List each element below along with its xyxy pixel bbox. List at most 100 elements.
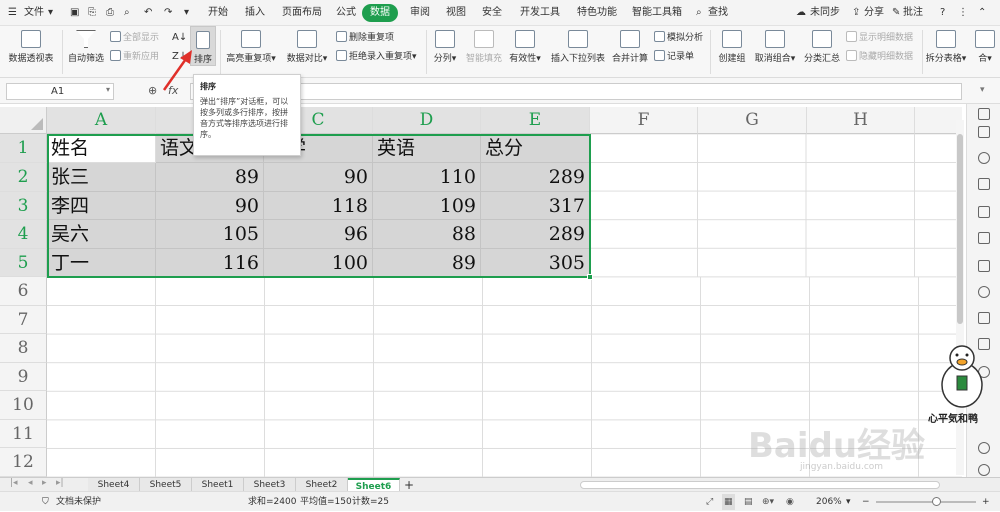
row-header-3[interactable]: 3	[0, 192, 47, 220]
comment-button[interactable]: 批注	[903, 0, 923, 26]
redo-icon[interactable]: ↷	[164, 0, 172, 26]
show-all-button[interactable]: 全部显示	[110, 31, 159, 45]
copy-icon[interactable]	[978, 312, 990, 324]
search-button[interactable]: 查找	[708, 0, 728, 26]
sync-status[interactable]: 未同步	[810, 0, 840, 26]
column-header-e[interactable]: E	[481, 107, 590, 134]
delete-duplicates-button[interactable]: 删除重复项	[336, 31, 394, 45]
column-header-f[interactable]: F	[590, 107, 698, 134]
history-icon[interactable]	[978, 442, 990, 454]
zoom-slider[interactable]	[876, 501, 976, 503]
formula-input[interactable]	[190, 83, 962, 100]
auto-filter-button[interactable]: 自动筛选	[66, 26, 106, 64]
column-header-g[interactable]: G	[698, 107, 807, 134]
protect-status[interactable]: 文档未保护	[56, 492, 101, 512]
search-icon[interactable]: ⌕	[696, 0, 702, 26]
sheet-tab-sheet4[interactable]: Sheet4	[88, 478, 140, 492]
sheet-tab-sheet6[interactable]: Sheet6	[348, 478, 400, 492]
row-header-7[interactable]: 7	[0, 306, 47, 334]
customize-icon[interactable]: ▾	[184, 0, 189, 26]
ungroup-button[interactable]: 取消组合▾	[752, 26, 798, 64]
tab-insert[interactable]: 插入	[245, 0, 265, 26]
table-style-icon[interactable]	[978, 178, 990, 190]
page-break-icon[interactable]: ⊕▾	[762, 492, 774, 512]
zoom-in-button[interactable]: +	[982, 492, 990, 512]
next-sheet-icon[interactable]: ▸	[42, 478, 47, 488]
cell-b3[interactable]: 90	[156, 192, 264, 220]
hamburger-icon[interactable]: ☰	[8, 0, 17, 26]
cell-a2[interactable]: 张三	[47, 163, 156, 192]
merge-calc-button[interactable]: 合并计算	[610, 26, 650, 64]
row-header-2[interactable]: 2	[0, 163, 47, 192]
tab-data[interactable]: 数据	[362, 4, 398, 22]
tab-smart-toolbox[interactable]: 智能工具箱	[632, 0, 682, 26]
row-header-11[interactable]: 11	[0, 420, 47, 448]
help-button[interactable]: ?	[940, 0, 945, 26]
cell-b5[interactable]: 116	[156, 249, 264, 277]
tab-review[interactable]: 审阅	[410, 0, 430, 26]
sort-ascending-icon[interactable]: A↓	[172, 31, 187, 45]
tab-home[interactable]: 开始	[208, 0, 228, 26]
column-header-a[interactable]: A	[47, 107, 156, 134]
sheet-tab-sheet1[interactable]: Sheet1	[192, 478, 244, 492]
cell-a5[interactable]: 丁一	[47, 249, 156, 277]
create-group-button[interactable]: 创建组	[714, 26, 750, 64]
name-box[interactable]: A1	[6, 83, 114, 100]
cell-c3[interactable]: 118	[264, 192, 373, 220]
highlight-duplicates-button[interactable]: 高亮重复项▾	[226, 26, 276, 64]
chart-icon[interactable]	[978, 232, 990, 244]
select-arrow-icon[interactable]	[978, 108, 990, 120]
subtotal-button[interactable]: 分类汇总	[802, 26, 842, 64]
cell-c5[interactable]: 100	[264, 249, 373, 277]
tab-special[interactable]: 特色功能	[577, 0, 617, 26]
cell-d5[interactable]: 89	[373, 249, 481, 277]
cloud-doc-icon[interactable]	[978, 260, 990, 272]
expand-formula-icon[interactable]: ▾	[980, 85, 985, 95]
more-ribbon-button[interactable]: 合▾	[972, 26, 998, 64]
simulate-button[interactable]: 模拟分析	[654, 31, 703, 45]
tab-view[interactable]: 视图	[446, 0, 466, 26]
row-header-8[interactable]: 8	[0, 334, 47, 363]
cell-d4[interactable]: 88	[373, 220, 481, 249]
tab-formula[interactable]: 公式	[336, 0, 356, 26]
more-icon[interactable]: ⋮	[958, 0, 968, 26]
export-pdf-icon[interactable]: ⎘	[88, 0, 96, 26]
average-value[interactable]: 平均值=150	[300, 492, 352, 512]
select-all-corner[interactable]	[0, 107, 47, 134]
share-button[interactable]: 分享	[864, 0, 884, 26]
record-form-button[interactable]: 记录单	[654, 50, 694, 64]
row-header-6[interactable]: 6	[0, 277, 47, 306]
fill-handle[interactable]	[587, 274, 593, 280]
tab-page-layout[interactable]: 页面布局	[282, 0, 322, 26]
split-table-button[interactable]: 拆分表格▾	[924, 26, 968, 64]
pivot-table-button[interactable]: 数据透视表	[6, 26, 56, 64]
tab-developer[interactable]: 开发工具	[520, 0, 560, 26]
normal-view-icon[interactable]: ▦	[722, 494, 735, 510]
horizontal-scrollbar[interactable]	[580, 481, 940, 489]
cell-e2[interactable]: 289	[481, 163, 590, 192]
cell-a3[interactable]: 李四	[47, 192, 156, 220]
empty-cells[interactable]	[590, 134, 962, 277]
collapse-ribbon-icon[interactable]: ⌃	[978, 0, 986, 26]
validity-button[interactable]: 有效性▾	[508, 26, 542, 64]
chevron-down-icon[interactable]: ▾	[48, 0, 53, 26]
hide-detail-button[interactable]: 隐藏明细数据	[846, 50, 913, 64]
row-header-5[interactable]: 5	[0, 249, 47, 277]
cell-c2[interactable]: 90	[264, 163, 373, 192]
sheet-tab-sheet3[interactable]: Sheet3	[244, 478, 296, 492]
cell-e5[interactable]: 305	[481, 249, 590, 277]
print-preview-icon[interactable]: ⌕	[124, 0, 130, 26]
sum-value[interactable]: 求和=2400	[248, 492, 296, 512]
last-sheet-icon[interactable]: ▸|	[56, 478, 64, 488]
split-column-button[interactable]: 分列▾	[430, 26, 460, 64]
chevron-down-icon[interactable]: ▾	[106, 85, 110, 94]
zoom-slider-thumb[interactable]	[932, 497, 941, 506]
shapes-icon[interactable]	[978, 126, 990, 138]
smart-fill-button[interactable]: 智能填充	[464, 26, 504, 64]
chevron-down-icon[interactable]: ▾	[846, 492, 851, 512]
scrollbar-thumb[interactable]	[957, 134, 963, 324]
cell-d1[interactable]: 英语	[373, 134, 481, 163]
cell-a4[interactable]: 吴六	[47, 220, 156, 249]
prev-sheet-icon[interactable]: ◂	[28, 478, 33, 488]
file-menu[interactable]: 文件	[24, 0, 44, 26]
